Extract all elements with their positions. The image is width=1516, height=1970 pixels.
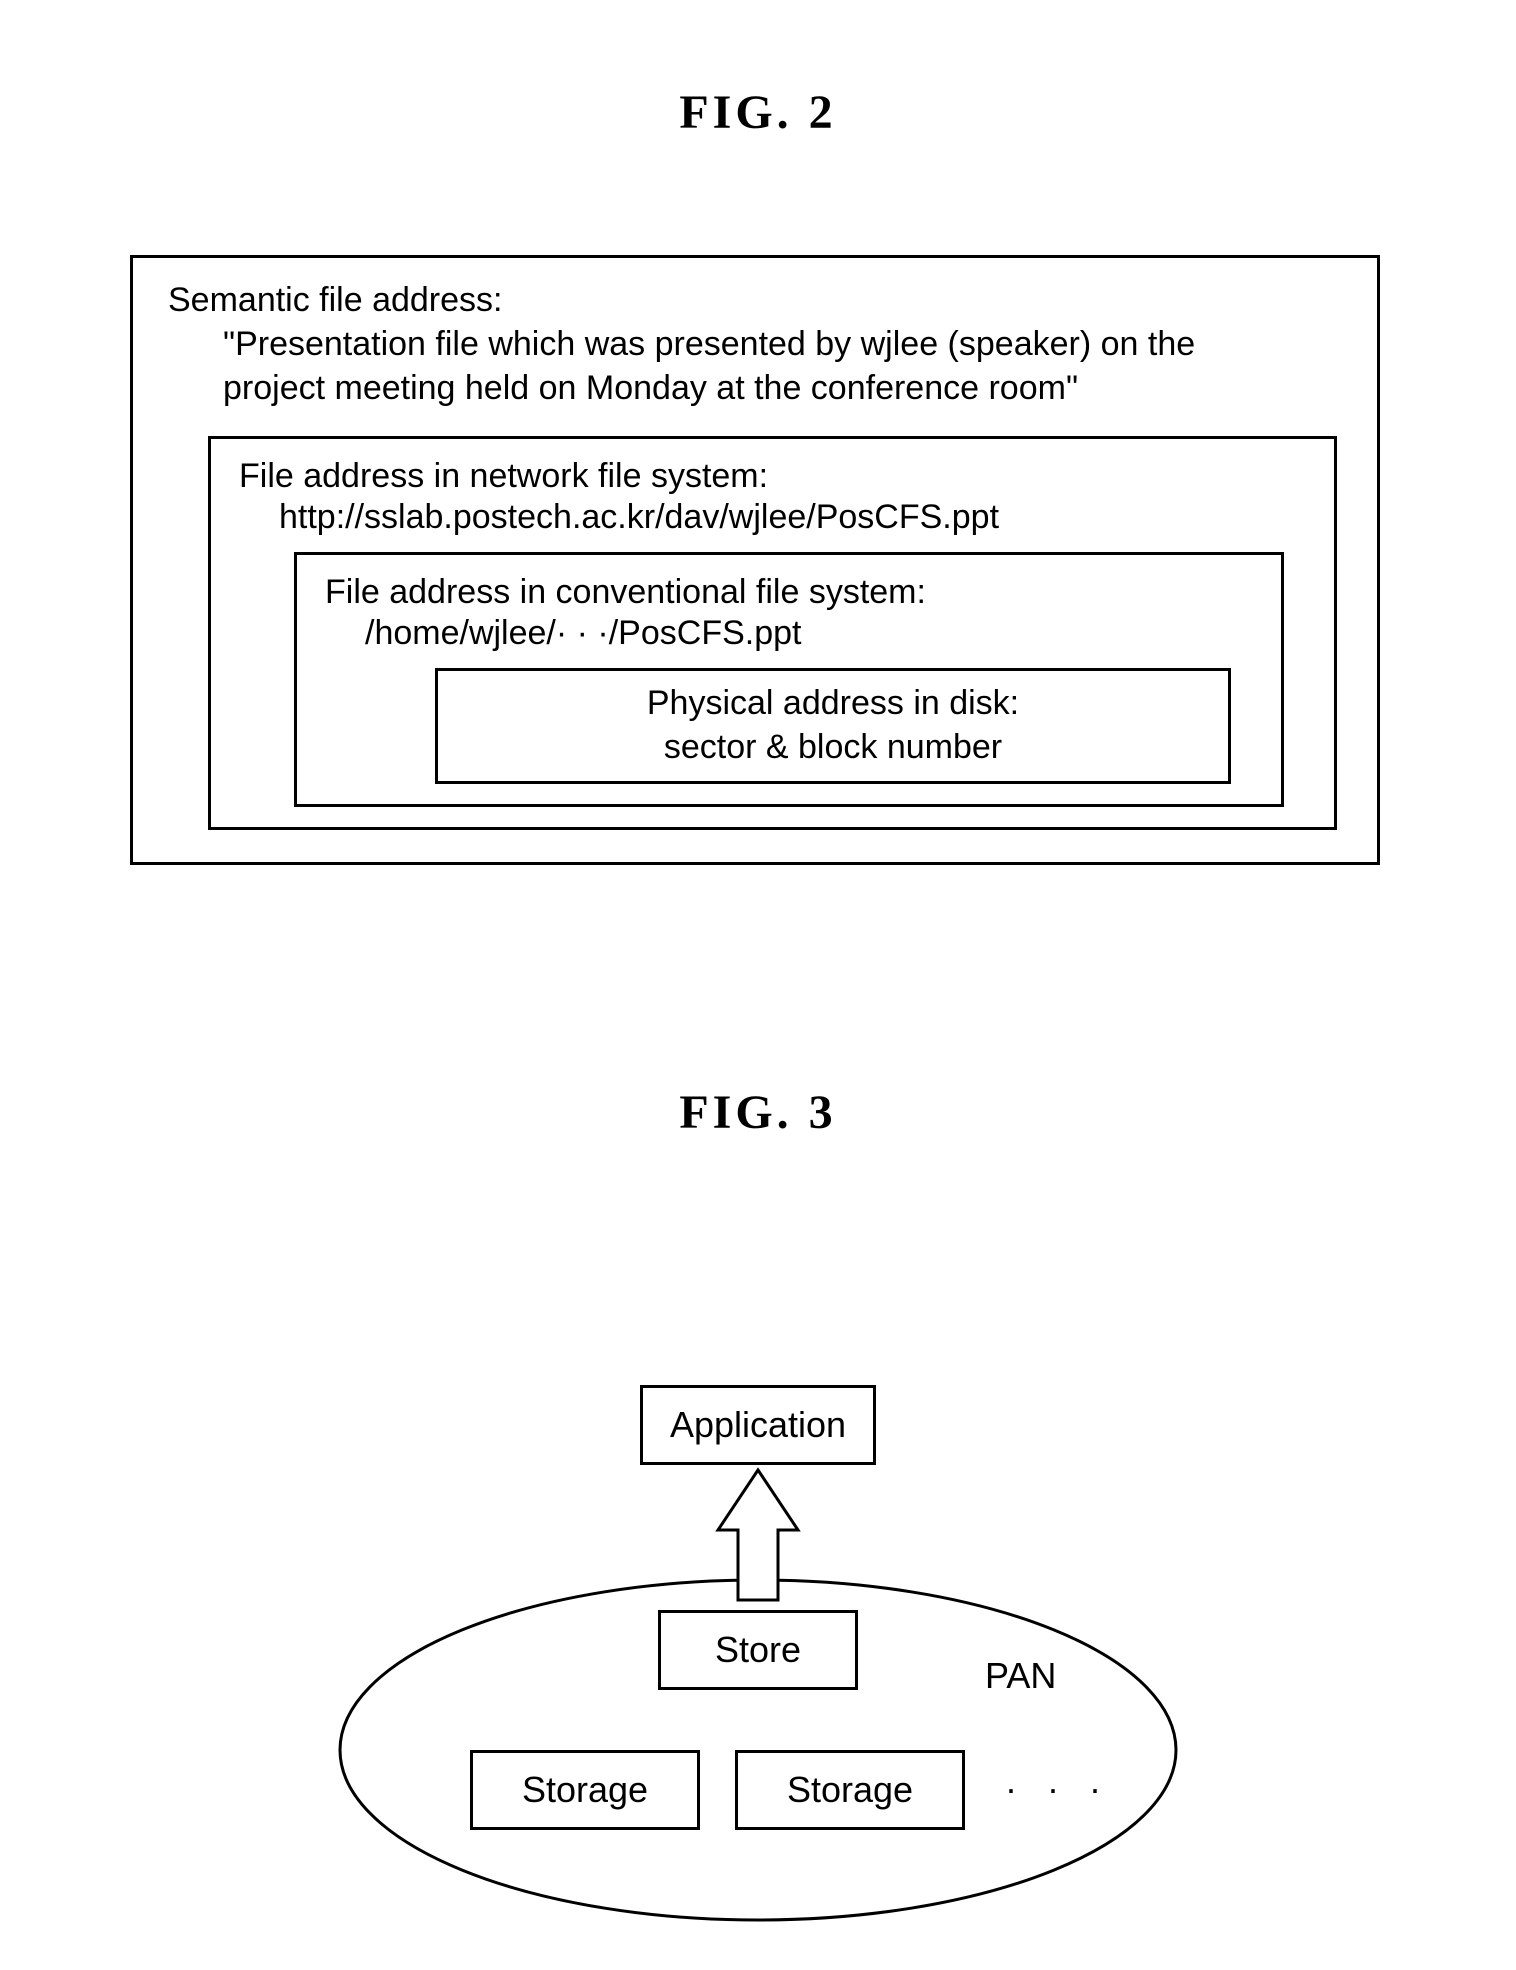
fig2-semantic-line2: project meeting held on Monday at the co…: [168, 366, 1342, 410]
fig3-title: FIG. 3: [0, 1085, 1516, 1140]
store-label: Store: [715, 1629, 801, 1671]
fig3-diagram: Application Store Storage Storage · · · …: [0, 1240, 1516, 1920]
fig2-network-label: File address in network file system:: [239, 454, 1314, 498]
storage-box-1: Storage: [470, 1750, 700, 1830]
fig2-title: FIG. 2: [0, 85, 1516, 140]
fig2-semantic-box: Semantic file address: "Presentation fil…: [130, 255, 1380, 865]
fig2-conventional-value: /home/wjlee/· · ·/PosCFS.ppt: [325, 614, 1261, 653]
fig2-physical-value: sector & block number: [458, 725, 1208, 769]
fig2-semantic-label: Semantic file address:: [168, 278, 1342, 322]
fig2-network-value: http://sslab.postech.ac.kr/dav/wjlee/Pos…: [239, 498, 1314, 537]
application-label: Application: [670, 1404, 846, 1446]
fig2-physical-label: Physical address in disk:: [458, 681, 1208, 725]
fig2-network-box: File address in network file system: htt…: [208, 436, 1337, 831]
fig2-semantic-line1: "Presentation file which was presented b…: [168, 322, 1342, 366]
application-box: Application: [640, 1385, 876, 1465]
fig2-physical-box: Physical address in disk: sector & block…: [435, 668, 1231, 784]
storage1-label: Storage: [522, 1769, 648, 1811]
pan-label: PAN: [985, 1655, 1056, 1697]
fig2-conventional-label: File address in conventional file system…: [325, 570, 1261, 614]
store-box: Store: [658, 1610, 858, 1690]
storage-box-2: Storage: [735, 1750, 965, 1830]
fig3-svg: [0, 1240, 1516, 1940]
storage-dots: · · ·: [1005, 1768, 1111, 1810]
fig2-conventional-box: File address in conventional file system…: [294, 552, 1284, 808]
storage2-label: Storage: [787, 1769, 913, 1811]
